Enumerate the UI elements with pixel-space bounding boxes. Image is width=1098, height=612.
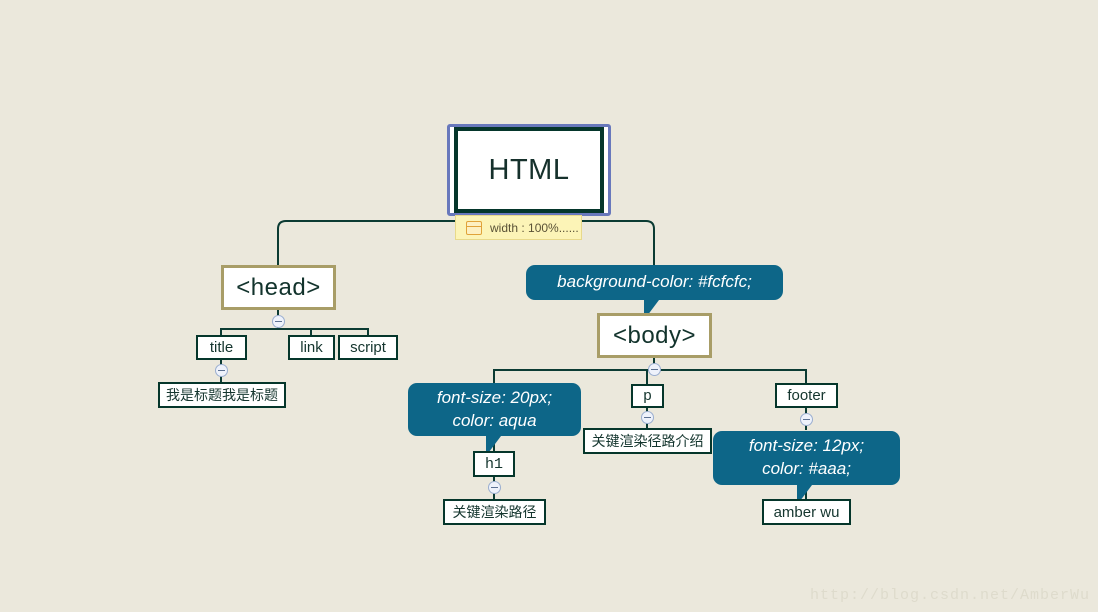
node-h1-text-label: 关键渲染路径 [452, 504, 537, 520]
note-root-width-label: width : 100%...... [490, 220, 579, 235]
mindmap-canvas: HTML width : 100%...... <head> title lin… [0, 0, 1098, 612]
node-link[interactable]: link [288, 335, 335, 360]
node-body-label: <body> [612, 321, 697, 349]
node-title[interactable]: title [196, 335, 247, 360]
watermark: http://blog.csdn.net/AmberWu [810, 587, 1090, 604]
node-html-root-label: HTML [488, 153, 570, 186]
node-h1-label: h1 [484, 455, 503, 473]
node-script-label: script [350, 339, 386, 356]
node-footer-label: footer [787, 387, 826, 404]
node-footer[interactable]: footer [775, 383, 838, 408]
node-h1-text[interactable]: 关键渲染路径 [443, 499, 546, 525]
collapse-toggle-head[interactable] [272, 315, 285, 328]
node-title-text-label: 我是标题我是标题 [166, 387, 278, 403]
callout-h1-style-line1: font-size: 20px; [436, 387, 553, 407]
node-head[interactable]: <head> [221, 265, 336, 310]
callout-footer-style[interactable]: font-size: 12px; color: #aaa; [713, 431, 900, 505]
connector-lines [220, 215, 807, 499]
node-footer-text-label: amber wu [773, 503, 840, 521]
node-footer-text[interactable]: amber wu [762, 499, 851, 525]
note-lines-icon [466, 220, 482, 235]
node-p[interactable]: p [631, 384, 664, 408]
collapse-toggle-title[interactable] [215, 364, 228, 377]
collapse-toggle-h1[interactable] [488, 481, 501, 494]
node-script[interactable]: script [338, 335, 398, 360]
node-p-label: p [642, 387, 652, 405]
node-title-label: title [209, 339, 234, 356]
callout-footer-style-line2: color: #aaa; [762, 459, 851, 478]
callout-h1-style[interactable]: font-size: 20px; color: aqua [408, 383, 581, 456]
collapse-toggle-footer[interactable] [800, 413, 813, 426]
callout-body-style[interactable]: background-color: #fcfcfc; [526, 265, 783, 320]
note-root-width[interactable]: width : 100%...... [455, 215, 582, 240]
node-title-text[interactable]: 我是标题我是标题 [158, 382, 286, 408]
collapse-toggle-p[interactable] [641, 411, 654, 424]
node-head-label: <head> [236, 273, 321, 301]
collapse-toggle-body[interactable] [648, 363, 661, 376]
callout-footer-style-line1: font-size: 12px; [748, 436, 865, 456]
node-html-root[interactable]: HTML [447, 124, 611, 216]
callout-body-style-line1: background-color: #fcfcfc; [557, 272, 752, 292]
node-link-label: link [300, 339, 323, 356]
callout-h1-style-line2: color: aqua [452, 410, 537, 430]
node-p-text[interactable]: 关键渲染径路介绍 [583, 428, 712, 454]
watermark-text: http://blog.csdn.net/AmberWu [809, 587, 1090, 604]
node-h1[interactable]: h1 [473, 451, 515, 477]
node-body[interactable]: <body> [597, 313, 712, 358]
node-html-root-label-wrap: HTML [454, 127, 604, 213]
node-p-text-label: 关键渲染径路介绍 [591, 433, 704, 449]
